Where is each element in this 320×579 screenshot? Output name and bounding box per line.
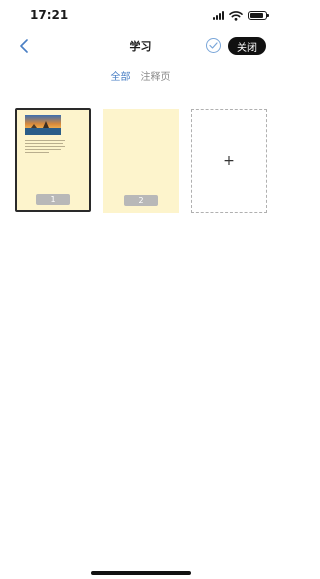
- page-card-2[interactable]: 2: [103, 109, 179, 213]
- confirm-button[interactable]: [206, 38, 221, 53]
- page-thumbnail-image: [25, 115, 61, 135]
- page-number-badge: 2: [124, 195, 158, 206]
- close-button[interactable]: 关闭: [228, 37, 266, 55]
- home-indicator: [91, 571, 191, 575]
- tab-bar: 全部 注释页: [0, 68, 281, 83]
- wifi-icon: [229, 10, 243, 21]
- battery-icon: [248, 10, 269, 20]
- tab-all[interactable]: 全部: [111, 68, 131, 83]
- status-icons: [213, 9, 269, 21]
- plus-icon: +: [223, 153, 235, 169]
- add-page-button[interactable]: +: [191, 109, 267, 213]
- page-thumbnail-text: [25, 140, 65, 155]
- status-bar: 17:21: [0, 0, 281, 30]
- tab-annotated-pages[interactable]: 注释页: [141, 68, 171, 83]
- status-time: 17:21: [30, 8, 69, 22]
- page-number-badge: 1: [36, 194, 70, 205]
- checkmark-icon: [209, 42, 218, 49]
- page-card-1[interactable]: 1: [15, 108, 91, 212]
- cellular-signal-icon: [213, 10, 224, 20]
